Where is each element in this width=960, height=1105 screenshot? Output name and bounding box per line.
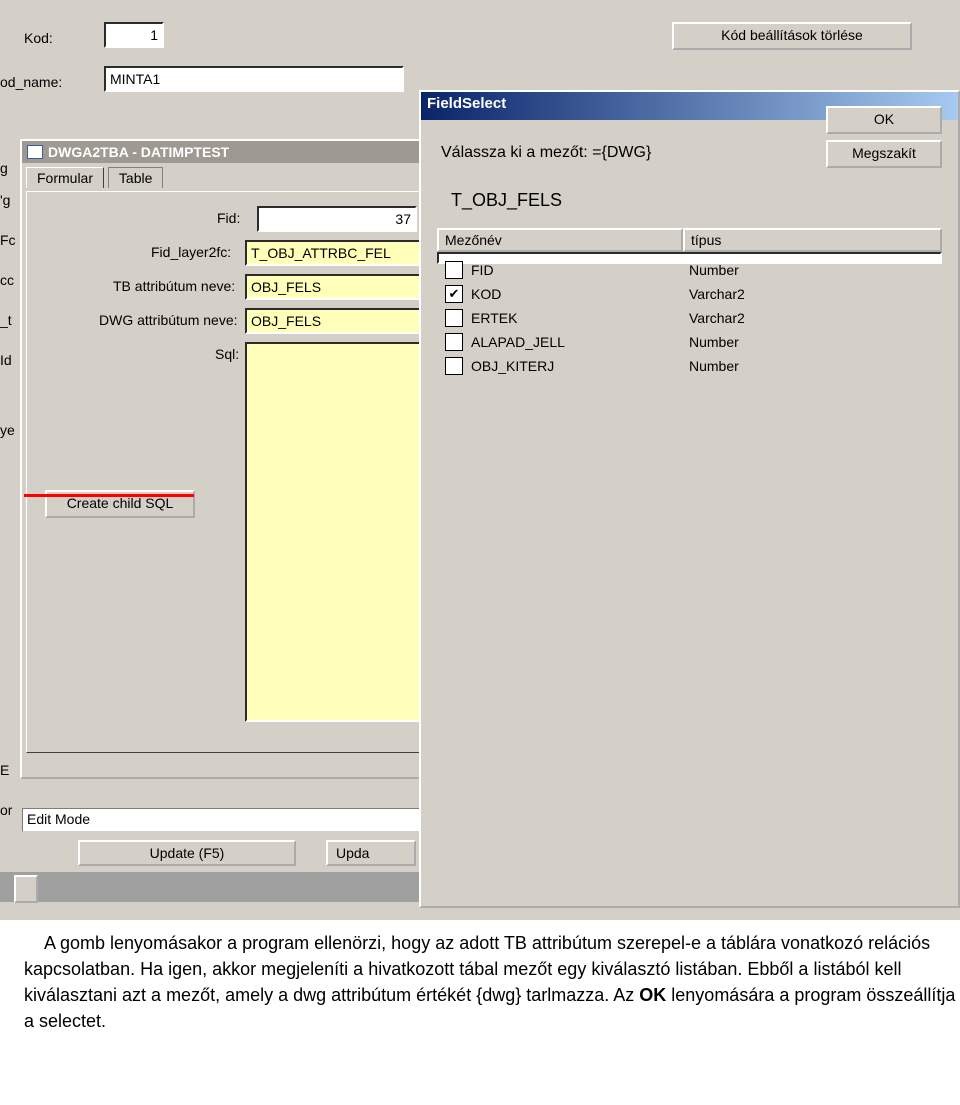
field-name: ALAPAD_JELL <box>471 334 689 350</box>
dwgattr-field[interactable]: OBJ_FELS <box>245 308 425 334</box>
tab-content: Fid: 37 Fid_layer2fc: T_OBJ_ATTRBC_FEL T… <box>26 191 434 753</box>
fid-label: Fid: <box>217 210 240 226</box>
field-type: Number <box>689 334 934 350</box>
fieldselect-prompt: Válassza ki a mezőt: ={DWG} <box>441 144 651 162</box>
list-item[interactable]: FIDNumber <box>445 258 934 282</box>
list-item[interactable]: ✔ KODVarchar2 <box>445 282 934 306</box>
field-name: FID <box>471 262 689 278</box>
kod-field[interactable]: 1 <box>104 22 164 48</box>
checkbox-icon[interactable]: ✔ <box>445 285 463 303</box>
col-type[interactable]: típus <box>683 228 942 252</box>
sql-label: Sql: <box>215 346 239 362</box>
tab-table[interactable]: Table <box>108 167 163 188</box>
list-item[interactable]: ALAPAD_JELLNumber <box>445 330 934 354</box>
tabs: Formular Table <box>26 165 434 191</box>
checkbox-icon[interactable] <box>445 261 463 279</box>
clear-code-settings-button[interactable]: Kód beállítások törlése <box>672 22 912 50</box>
subwindow-title: DWGA2TBA - DATIMPTEST <box>48 141 229 163</box>
tab-formular[interactable]: Formular <box>26 167 104 188</box>
dwgattr-label: DWG attribútum neve: <box>99 312 238 328</box>
field-type: Varchar2 <box>689 286 934 302</box>
window-icon <box>27 145 43 159</box>
fieldselect-list[interactable]: FIDNumber✔KODVarchar2ERTEKVarchar2ALAPAD… <box>437 252 942 264</box>
cancel-button[interactable]: Megszakít <box>826 140 942 168</box>
fidlayer-field[interactable]: T_OBJ_ATTRBC_FEL <box>245 240 425 266</box>
fid-field[interactable]: 37 <box>257 206 417 232</box>
update-button[interactable]: Update (F5) <box>78 840 296 866</box>
document-text: A gomb lenyomásakor a program ellenörzi,… <box>24 930 960 1034</box>
left-fragments: g 'g Fc cс _t Id ye E or <box>0 160 18 818</box>
fieldselect-objname: T_OBJ_FELS <box>451 190 562 211</box>
status-bar: Edit Mode <box>22 808 432 832</box>
sql-field[interactable] <box>245 342 425 722</box>
col-name[interactable]: Mezőnév <box>437 228 683 252</box>
upda-button-fragment[interactable]: Upda <box>326 840 416 866</box>
list-item[interactable]: ERTEKVarchar2 <box>445 306 934 330</box>
list-item[interactable]: OBJ_KITERJNumber <box>445 354 934 378</box>
tbattr-field[interactable]: OBJ_FELS <box>245 274 425 300</box>
dwga2tba-window: DWGA2TBA - DATIMPTEST Formular Table Fid… <box>20 139 440 779</box>
field-type: Number <box>689 358 934 374</box>
field-name: OBJ_KITERJ <box>471 358 689 374</box>
kod-label: Kod: <box>24 30 53 46</box>
red-underline <box>24 494 194 497</box>
fidlayer-label: Fid_layer2fc: <box>151 244 231 260</box>
checkbox-icon[interactable] <box>445 309 463 327</box>
field-name: KOD <box>471 286 689 302</box>
list-header: Mezőnév típus <box>437 228 942 252</box>
fieldselect-dialog: FieldSelect Válassza ki a mezőt: ={DWG} … <box>419 90 960 908</box>
subwindow-titlebar[interactable]: DWGA2TBA - DATIMPTEST <box>22 141 438 163</box>
field-type: Number <box>689 262 934 278</box>
odname-label: od_name: <box>0 74 62 90</box>
field-name: ERTEK <box>471 310 689 326</box>
odname-field[interactable]: MINTA1 <box>104 66 404 92</box>
ok-button[interactable]: OK <box>826 106 942 134</box>
corner-handle <box>14 875 38 903</box>
checkbox-icon[interactable] <box>445 357 463 375</box>
tbattr-label: TB attribútum neve: <box>113 278 235 294</box>
field-type: Varchar2 <box>689 310 934 326</box>
checkbox-icon[interactable] <box>445 333 463 351</box>
